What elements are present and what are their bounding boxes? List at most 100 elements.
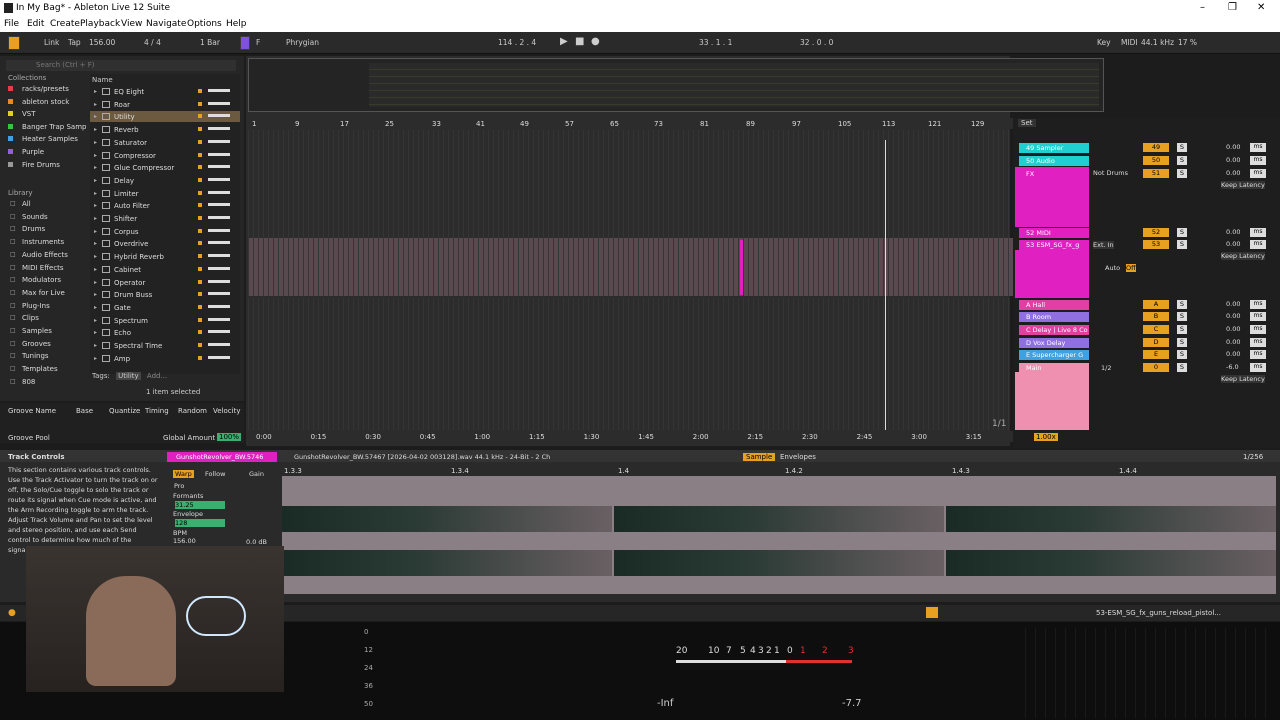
audio-track-strip[interactable] — [1015, 250, 1089, 298]
sidebar-library-item[interactable]: Tunings — [22, 352, 49, 360]
record-icon[interactable]: ● — [591, 36, 600, 47]
track-activator[interactable]: 53 — [1143, 240, 1169, 249]
browser-item[interactable]: Compressor — [114, 152, 156, 160]
solo-button[interactable]: S — [1177, 228, 1187, 237]
browser-item[interactable]: Amp — [114, 355, 130, 363]
ms-button[interactable]: ms — [1250, 169, 1266, 178]
warp-button[interactable]: Warp — [173, 470, 194, 478]
track-volume[interactable]: 0.00 — [1226, 312, 1240, 320]
solo-button[interactable]: S — [1177, 169, 1187, 178]
warp-mode-menu[interactable]: Pro — [174, 482, 184, 490]
track-name[interactable]: 53 ESM_SG_fx_g — [1026, 241, 1088, 249]
sidebar-collection[interactable]: Heater Samples — [22, 135, 78, 143]
expand-icon[interactable]: ▸ — [94, 190, 97, 197]
browser-item[interactable]: Gate — [114, 304, 131, 312]
track-volume[interactable]: 0.00 — [1226, 169, 1240, 177]
input-type-menu[interactable]: Ext. In — [1093, 241, 1114, 249]
expand-icon[interactable]: ▸ — [94, 113, 97, 120]
browser-item[interactable]: Overdrive — [114, 240, 148, 248]
browser-item[interactable]: Saturator — [114, 139, 147, 147]
expand-icon[interactable]: ▸ — [94, 215, 97, 222]
track-volume[interactable]: -6.0 — [1226, 363, 1239, 371]
midi-map-button[interactable]: MIDI — [1121, 38, 1138, 47]
groove-col-3[interactable]: Timing — [145, 407, 169, 415]
audio-clip[interactable] — [740, 240, 743, 295]
play-icon[interactable]: ▶ — [560, 36, 568, 47]
track-name[interactable]: 49 Sampler — [1026, 144, 1088, 152]
solo-button[interactable]: S — [1177, 350, 1187, 359]
time-ruler[interactable]: 0:00 0:15 0:30 0:45 1:00 1:15 1:30 1:45 2:00 2:15… — [248, 431, 1013, 442]
expand-icon[interactable]: ▸ — [94, 202, 97, 209]
track-name[interactable]: E Supercharger G — [1026, 351, 1088, 359]
browser-item[interactable]: Delay — [114, 177, 134, 185]
menu-file[interactable]: File — [4, 19, 19, 29]
global-amount-value[interactable]: 100% — [217, 433, 242, 441]
main-strip[interactable] — [1015, 372, 1089, 430]
time-signature-field[interactable]: 4 / 4 — [144, 38, 161, 47]
sidebar-library-item[interactable]: Samples — [22, 327, 52, 335]
browser-item[interactable]: Spectral Time — [114, 342, 162, 350]
sidebar-collection[interactable]: Purple — [22, 148, 44, 156]
track-volume[interactable]: 0.00 — [1226, 338, 1240, 346]
sidebar-collection[interactable]: Banger Trap Samp — [22, 123, 86, 131]
track-volume[interactable]: 0.00 — [1226, 240, 1240, 248]
solo-button[interactable]: S — [1177, 338, 1187, 347]
track-activator[interactable]: D — [1143, 338, 1169, 347]
expand-icon[interactable]: ▸ — [94, 101, 97, 108]
solo-button[interactable]: S — [1177, 363, 1187, 372]
browser-item[interactable]: Drum Buss — [114, 291, 152, 299]
monitor-off-button[interactable]: Off — [1126, 264, 1136, 272]
menu-navigate[interactable]: Navigate — [146, 19, 186, 29]
track-activator[interactable]: 49 — [1143, 143, 1169, 152]
groove-col-0[interactable]: Groove Name — [8, 407, 56, 415]
scale-mode-icon[interactable] — [240, 36, 250, 50]
groove-col-5[interactable]: Velocity — [213, 407, 240, 415]
browser-item[interactable]: Reverb — [114, 126, 139, 134]
track-activator[interactable]: B — [1143, 312, 1169, 321]
keep-latency-button[interactable]: Keep Latency — [1221, 181, 1265, 189]
return-lanes[interactable] — [248, 298, 1013, 430]
tab-sample[interactable]: Sample — [743, 453, 776, 461]
solo-button[interactable]: S — [1177, 156, 1187, 165]
envelope-value[interactable]: 128 — [175, 519, 225, 527]
ms-button[interactable]: ms — [1250, 325, 1266, 334]
menu-options[interactable]: Options — [187, 19, 222, 29]
browser-item[interactable]: Operator — [114, 279, 145, 287]
loop-start-field[interactable]: 33 . 1 . 1 — [699, 38, 732, 47]
tag-chip[interactable]: Utility — [116, 372, 141, 380]
monitor-auto-button[interactable]: Auto — [1105, 264, 1120, 272]
expand-icon[interactable]: ▸ — [94, 304, 97, 311]
info-icon[interactable]: ● — [8, 608, 16, 618]
track-name[interactable]: C Delay | Live 8 Co — [1026, 326, 1088, 334]
track-volume[interactable]: 0.00 — [1226, 228, 1240, 236]
expand-icon[interactable]: ▸ — [94, 253, 97, 260]
sidebar-collection[interactable]: Fire Drums — [22, 161, 60, 169]
quantization-menu[interactable]: 1 Bar — [200, 38, 220, 47]
menu-playback[interactable]: Playback — [80, 19, 120, 29]
key-menu[interactable]: F — [256, 38, 260, 47]
track-activator[interactable]: 51 — [1143, 169, 1169, 178]
warning-icon[interactable] — [926, 607, 938, 618]
expand-icon[interactable]: ▸ — [94, 329, 97, 336]
tab-envelopes[interactable]: Envelopes — [780, 453, 816, 461]
track-activator[interactable]: C — [1143, 325, 1169, 334]
track-volume[interactable]: 0.00 — [1226, 143, 1240, 151]
expand-icon[interactable]: ▸ — [94, 126, 97, 133]
overview-strip[interactable] — [248, 58, 1104, 112]
gain-value[interactable]: 0.0 dB — [246, 538, 267, 546]
scale-menu[interactable]: Phrygian — [286, 38, 319, 47]
track-volume[interactable]: 0.00 — [1226, 156, 1240, 164]
ms-button[interactable]: ms — [1250, 228, 1266, 237]
sidebar-library-item[interactable]: Instruments — [22, 238, 64, 246]
browser-item[interactable]: Cabinet — [114, 266, 141, 274]
expand-icon[interactable]: ▸ — [94, 228, 97, 235]
browser-item[interactable]: Roar — [114, 101, 130, 109]
track-lane-fx[interactable] — [248, 130, 1013, 238]
browser-item[interactable]: Shifter — [114, 215, 137, 223]
expand-icon[interactable]: ▸ — [94, 342, 97, 349]
expand-icon[interactable]: ▸ — [94, 88, 97, 95]
set-button[interactable]: Set — [1018, 119, 1036, 127]
bpm-field[interactable]: 156.00 — [173, 537, 196, 545]
browser-item[interactable]: Echo — [114, 329, 131, 337]
ms-button[interactable]: ms — [1250, 338, 1266, 347]
